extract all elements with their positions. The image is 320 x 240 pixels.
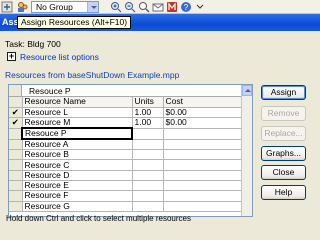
resource-name-cell[interactable]: Resource D <box>22 170 133 181</box>
units-cell[interactable] <box>132 180 164 192</box>
units-cell[interactable] <box>132 159 164 171</box>
table-row[interactable]: Resource E <box>9 180 243 192</box>
units-cell[interactable] <box>132 149 164 161</box>
cost-cell <box>163 128 243 140</box>
resource-name-cell[interactable]: Resource B <box>22 149 133 161</box>
cost-cell <box>163 159 243 171</box>
units-cell[interactable] <box>132 190 164 202</box>
row-header <box>9 190 23 202</box>
multi-select-hint: Hold down Ctrl and click to select multi… <box>6 214 191 223</box>
units-cell[interactable]: 1.00 <box>132 107 164 119</box>
column-header-cost[interactable]: Cost <box>163 97 243 108</box>
table-row[interactable]: ✔ Resource L 1.00 $0.00 <box>9 107 243 119</box>
entry-bar: Resouce P <box>9 85 252 97</box>
checkmark-icon: ✔ <box>9 117 23 129</box>
checkmark-icon: ✔ <box>9 107 23 119</box>
units-cell[interactable] <box>132 128 164 140</box>
entry-bar-corner <box>9 85 22 96</box>
expand-options-icon[interactable]: + <box>7 52 16 61</box>
resource-grid: Resouce P Resource Name Units Cost ✔ Res… <box>8 84 253 217</box>
resources-from-label: Resources from baseShutDown Example.mpp <box>5 70 180 80</box>
resource-name-cell[interactable]: Resource C <box>22 159 133 171</box>
table-row[interactable]: Resource C <box>9 159 243 171</box>
entry-bar-value[interactable]: Resouce P <box>29 86 71 96</box>
cost-cell <box>163 139 243 151</box>
row-header <box>9 159 23 171</box>
resource-name-cell[interactable]: Resource E <box>22 180 133 192</box>
dialog-titlebar: Ass Assign Resources (Alt+F10) <box>0 14 320 31</box>
graphs-button[interactable]: Graphs... <box>261 146 306 161</box>
tooltip: Assign Resources (Alt+F10) <box>17 16 132 29</box>
resource-name-cell[interactable]: Resource A <box>22 139 133 151</box>
zoom-in-icon[interactable] <box>110 1 122 13</box>
cost-cell: $0.00 <box>163 107 243 119</box>
help-icon[interactable]: ? <box>180 1 192 13</box>
chevron-down-icon[interactable] <box>87 2 98 12</box>
zoom-out-icon[interactable] <box>124 1 136 13</box>
units-cell[interactable] <box>132 170 164 181</box>
units-cell[interactable] <box>132 139 164 151</box>
cost-cell <box>163 170 243 181</box>
toolbar: No Group ? <box>0 0 320 14</box>
resource-list-options-link[interactable]: Resource list options <box>20 52 99 62</box>
replace-button[interactable]: Replace... <box>261 126 306 141</box>
table-row-selected[interactable]: Resouce P <box>9 127 243 141</box>
search-icon[interactable] <box>138 1 150 13</box>
table-row[interactable]: Resource F <box>9 190 243 202</box>
row-header <box>9 180 23 192</box>
table-row[interactable]: Resource B <box>9 149 243 161</box>
more-icon[interactable] <box>194 1 206 13</box>
row-header <box>9 201 23 212</box>
resource-name-cell[interactable]: Resource L <box>22 107 133 119</box>
select-all-corner[interactable] <box>9 97 23 108</box>
resource-icon[interactable] <box>166 1 178 13</box>
resource-name-cell[interactable]: Resouce P <box>21 127 133 141</box>
resource-name-cell[interactable]: Resource F <box>22 190 133 202</box>
row-header <box>9 139 23 151</box>
assign-button[interactable]: Assign <box>261 85 306 100</box>
units-cell[interactable] <box>132 201 164 212</box>
resource-table: Resource Name Units Cost ✔ Resource L 1.… <box>9 97 243 212</box>
email-icon[interactable] <box>152 1 164 13</box>
column-header-resource-name[interactable]: Resource Name <box>22 97 133 108</box>
svg-text:?: ? <box>184 3 189 12</box>
cost-cell <box>163 149 243 161</box>
task-label: Task: Bldg 700 <box>5 39 61 49</box>
resource-name-cell[interactable]: Resource M <box>22 117 133 129</box>
resource-name-cell[interactable]: Resource G <box>22 201 133 212</box>
row-header <box>9 128 23 140</box>
cost-cell <box>163 190 243 202</box>
help-button[interactable]: Help <box>261 185 306 200</box>
column-header-units[interactable]: Units <box>132 97 164 108</box>
units-cell[interactable]: 1.00 <box>132 117 164 129</box>
scroll-up-icon[interactable] <box>242 85 252 96</box>
assign-resources-icon[interactable] <box>16 1 28 13</box>
table-row[interactable]: Resource A <box>9 139 243 151</box>
cost-cell: $0.00 <box>163 117 243 129</box>
group-select[interactable]: No Group <box>31 1 99 13</box>
table-row[interactable]: ✔ Resource M 1.00 $0.00 <box>9 117 243 129</box>
row-header <box>9 170 23 181</box>
row-header <box>9 149 23 161</box>
table-row[interactable]: Resource G <box>9 201 243 212</box>
cost-cell <box>163 180 243 192</box>
table-row[interactable]: Resource D <box>9 170 243 181</box>
close-button[interactable]: Close <box>261 165 306 180</box>
group-select-value: No Group <box>36 2 73 12</box>
vertical-scrollbar[interactable] <box>241 85 252 216</box>
expand-icon[interactable] <box>1 1 13 13</box>
remove-button[interactable]: Remove <box>261 106 306 121</box>
cost-cell <box>163 201 243 212</box>
